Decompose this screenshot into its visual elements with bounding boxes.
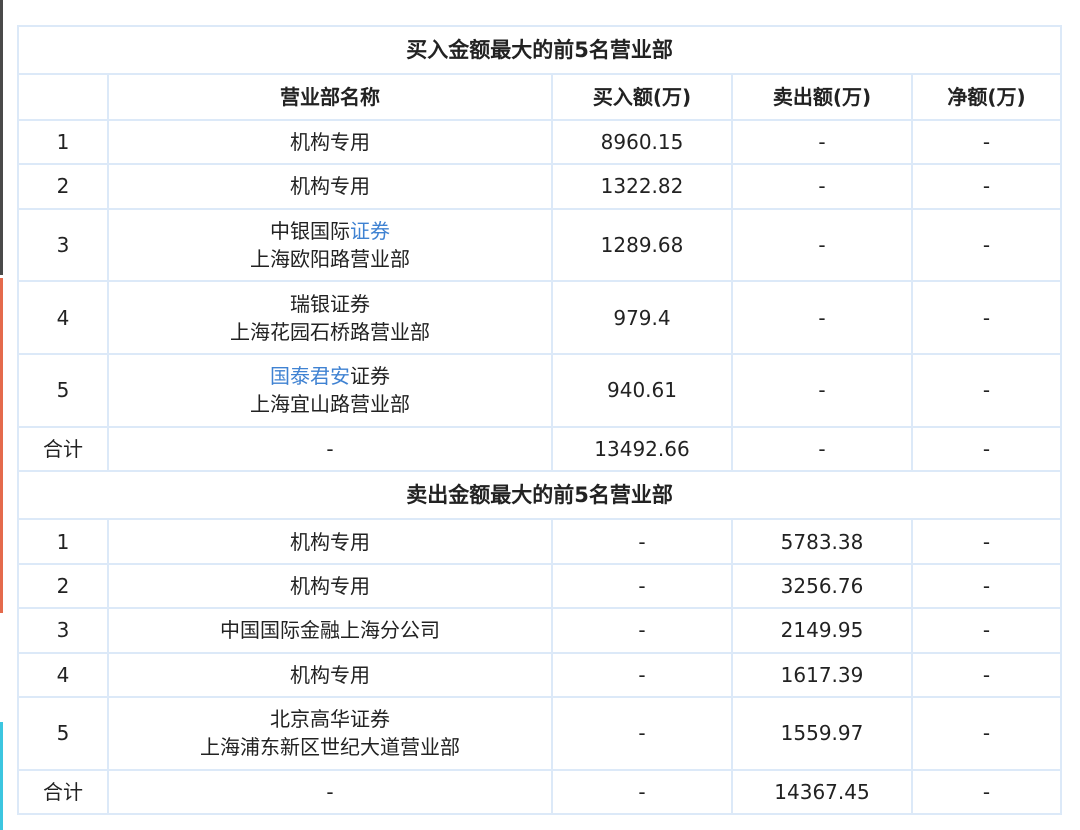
net-amount-cell: - [910,118,1063,166]
rank-cell: 3 [17,207,109,283]
header-rank [17,73,109,121]
rank-cell: 4 [17,651,109,698]
header-row: 营业部名称 买入额(万) 卖出额(万) 净额(万) [17,73,1063,121]
total-row: 合计 - - 14367.45 - [17,768,1063,816]
sell-amount-cell: - [731,425,913,472]
sell-amount-cell: 3256.76 [731,562,913,610]
broker-name-cell: 机构专用 [107,651,553,698]
header-buy-amount: 买入额(万) [551,73,733,121]
stock-keyword-link[interactable]: 证券 [350,219,390,243]
table-row: 2 机构专用 - 3256.76 - [17,562,1063,610]
buy-amount-cell: - [551,768,733,816]
broker-name-text: 证券 [350,364,390,389]
rank-cell: 4 [17,280,109,355]
sell-amount-cell: - [731,207,913,283]
table-row: 4 瑞银证券 上海花园石桥路营业部 979.4 - - [17,280,1063,355]
header-net-amount: 净额(万) [910,73,1063,121]
broker-name-cell: 机构专用 [107,163,553,210]
total-label: 合计 [17,768,109,816]
sell-amount-cell: 5783.38 [731,518,913,565]
broker-ranking-table: 买入金额最大的前5名营业部 营业部名称 买入额(万) 卖出额(万) 净额(万) … [16,24,1063,816]
broker-name-cell: - [107,768,553,816]
broker-branch-line: 上海欧阳路营业部 [250,246,410,271]
buy-amount-cell: 1289.68 [551,207,733,283]
broker-branch-line: 上海浦东新区世纪大道营业部 [200,735,460,760]
rank-cell: 1 [17,518,109,565]
total-label: 合计 [17,425,109,472]
rank-cell: 2 [17,562,109,610]
table-row: 2 机构专用 1322.82 - - [17,163,1063,210]
buy-amount-cell: 8960.15 [551,118,733,166]
buy-section-title-row: 买入金额最大的前5名营业部 [16,24,1063,76]
rank-cell: 2 [17,163,109,210]
rank-cell: 5 [17,695,109,771]
net-amount-cell: - [910,607,1063,654]
sell-amount-cell: 2149.95 [731,607,913,654]
sell-amount-cell: 1617.39 [731,651,913,698]
sell-amount-cell: 1559.97 [731,695,913,771]
rank-cell: 3 [17,607,109,654]
rank-cell: 1 [17,118,109,166]
table-row: 3 中银国际证券 上海欧阳路营业部 1289.68 - - [17,207,1063,283]
sell-amount-cell: - [731,118,913,166]
buy-section-title: 买入金额最大的前5名营业部 [16,24,1063,76]
broker-name-line1: 国泰君安证券 [113,362,547,390]
net-amount-cell: - [910,207,1063,283]
total-row: 合计 - 13492.66 - - [17,425,1063,472]
broker-name-line1: 瑞银证券 [290,291,370,316]
net-amount-cell: - [910,768,1063,816]
net-amount-cell: - [910,425,1063,472]
sell-amount-cell: - [731,280,913,355]
broker-name-cell: 北京高华证券 上海浦东新区世纪大道营业部 [107,695,553,771]
buy-amount-cell: - [551,518,733,565]
net-amount-cell: - [910,695,1063,771]
header-broker-name: 营业部名称 [107,73,553,121]
buy-amount-cell: - [551,607,733,654]
broker-name-cell: 中银国际证券 上海欧阳路营业部 [107,207,553,283]
broker-name-cell: 机构专用 [107,562,553,610]
buy-amount-cell: - [551,651,733,698]
sell-amount-cell: - [731,163,913,210]
broker-branch-line: 上海花园石桥路营业部 [230,319,430,344]
sell-section-title-row: 卖出金额最大的前5名营业部 [16,469,1063,521]
rank-cell: 5 [17,352,109,428]
buy-amount-cell: - [551,695,733,771]
table-row: 5 国泰君安证券 上海宜山路营业部 940.61 - - [17,352,1063,428]
broker-name-cell: 中国国际金融上海分公司 [107,607,553,654]
table-row: 4 机构专用 - 1617.39 - [17,651,1063,698]
net-amount-cell: - [910,280,1063,355]
header-sell-amount: 卖出额(万) [731,73,913,121]
broker-name-cell: 瑞银证券 上海花园石桥路营业部 [107,280,553,355]
buy-amount-cell: - [551,562,733,610]
sell-amount-cell: - [731,352,913,428]
buy-amount-cell: 940.61 [551,352,733,428]
net-amount-cell: - [910,352,1063,428]
edge-strip-red [0,278,3,613]
broker-name-cell: 机构专用 [107,118,553,166]
broker-name-line1: 中银国际证券 [113,217,547,245]
broker-name-text: 中银国际 [270,218,350,243]
buy-amount-cell: 979.4 [551,280,733,355]
buy-amount-cell: 1322.82 [551,163,733,210]
table-row: 1 机构专用 8960.15 - - [17,118,1063,166]
table-row: 1 机构专用 - 5783.38 - [17,518,1063,565]
broker-name-cell: 机构专用 [107,518,553,565]
net-amount-cell: - [910,518,1063,565]
broker-name-cell: 国泰君安证券 上海宜山路营业部 [107,352,553,428]
edge-strip-cyan [0,722,3,830]
buy-amount-cell: 13492.66 [551,425,733,472]
broker-branch-line: 上海宜山路营业部 [250,392,410,417]
sell-section-title: 卖出金额最大的前5名营业部 [16,469,1063,521]
table-row: 5 北京高华证券 上海浦东新区世纪大道营业部 - 1559.97 - [17,695,1063,771]
broker-name-line1: 北京高华证券 [270,707,390,732]
sell-amount-cell: 14367.45 [731,768,913,816]
edge-strip-dark [0,0,3,275]
net-amount-cell: - [910,651,1063,698]
broker-name-cell: - [107,425,553,472]
net-amount-cell: - [910,163,1063,210]
net-amount-cell: - [910,562,1063,610]
stock-keyword-link[interactable]: 国泰君安 [270,364,350,388]
table-row: 3 中国国际金融上海分公司 - 2149.95 - [17,607,1063,654]
